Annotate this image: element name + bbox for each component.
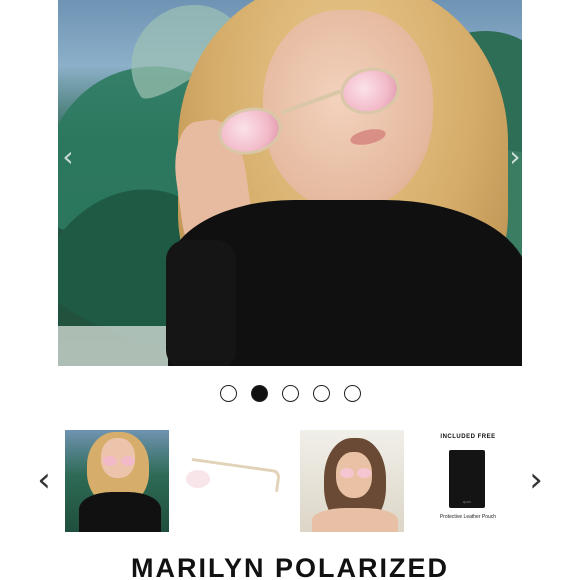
product-main-image[interactable] (58, 0, 522, 366)
thumb-lens (357, 468, 371, 478)
thumb-lens (121, 456, 135, 466)
gallery-prev-arrow-icon[interactable]: ‹ (58, 142, 78, 172)
pagination-dot-1[interactable] (219, 385, 237, 402)
product-title: MARILYN POLARIZED (130, 553, 449, 580)
thumbnails-prev-chevron-icon[interactable]: ‹ (32, 458, 56, 502)
thumbnail-2[interactable] (182, 430, 286, 532)
gallery-next-arrow-icon[interactable]: › (505, 142, 525, 172)
pouch-brand-label: QUAY (462, 500, 472, 504)
thumb-model-shirt (79, 492, 161, 532)
thumbnail-1[interactable] (65, 430, 169, 532)
model-arm (166, 240, 236, 366)
thumb-lens (340, 468, 354, 478)
pagination-dot-3[interactable] (281, 385, 299, 402)
thumb-model-body (312, 508, 398, 532)
pagination-dot-5[interactable] (343, 385, 361, 402)
pagination-dot-4[interactable] (312, 385, 330, 402)
thumbnail-3[interactable] (300, 430, 404, 532)
included-free-label: INCLUDED FREE (440, 434, 496, 440)
thumb-lens (103, 456, 117, 466)
thumbnail-strip: INCLUDED FREE QUAY Protective Leather Po… (64, 430, 520, 532)
thumbnail-4[interactable]: INCLUDED FREE QUAY Protective Leather Po… (416, 430, 520, 532)
pouch-caption: Protective Leather Pouch (439, 514, 497, 520)
thumbnails-next-chevron-icon[interactable]: › (524, 458, 548, 502)
gallery-pagination-dots (0, 385, 580, 402)
pagination-dot-2-active[interactable] (250, 385, 268, 402)
